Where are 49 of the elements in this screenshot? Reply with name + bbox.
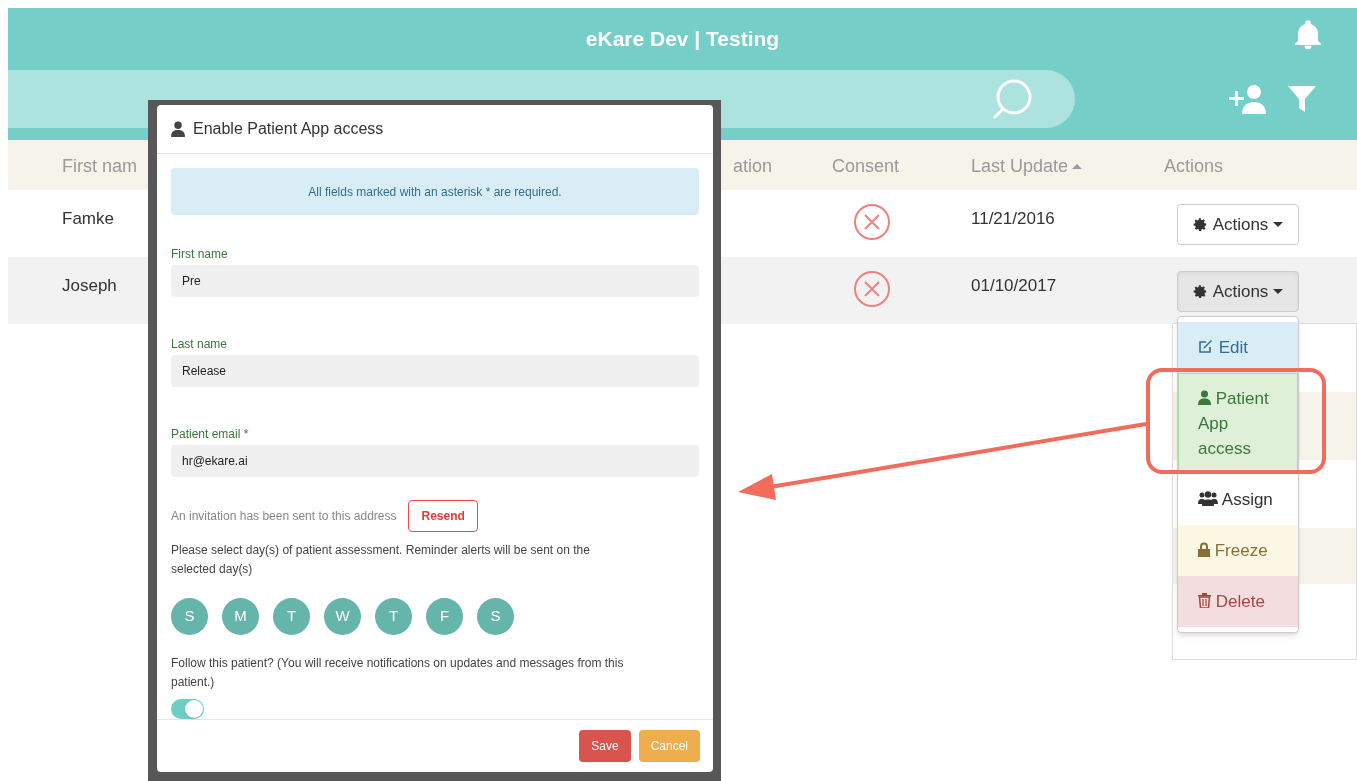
day-button[interactable]: F: [426, 598, 463, 636]
caret-icon: [1273, 222, 1284, 227]
filter-icon[interactable]: [1287, 84, 1317, 114]
input-field[interactable]: Pre: [171, 265, 699, 298]
menu-item[interactable]: Freeze: [1178, 525, 1298, 576]
app-title: eKare Dev | Testing: [585, 26, 780, 53]
table-cell-text: 01/10/2017: [971, 275, 1057, 297]
day-button[interactable]: S: [477, 598, 514, 636]
trash-icon: [1198, 593, 1211, 608]
gear-icon: [1192, 217, 1208, 232]
input-field[interactable]: hr@ekare.ai: [171, 445, 699, 478]
field-label: First name: [171, 246, 229, 264]
table-cell-text: Famke: [62, 208, 114, 230]
instruction-text: Please select day(s) of patient assessment. Reminder alerts will be sent on the selected day(s): [171, 542, 591, 579]
person-icon: [1198, 390, 1211, 405]
column-header: Consent: [832, 155, 900, 178]
instruction-text: Follow this patient? (You will receive notifications on updates and messages from this patient.): [171, 655, 625, 692]
caret-icon: [1273, 289, 1284, 294]
person-icon: [171, 121, 185, 138]
actions-button[interactable]: Actions: [1177, 271, 1299, 312]
input-field[interactable]: Release: [171, 355, 699, 388]
lock-icon: [1198, 542, 1210, 557]
day-button[interactable]: T: [375, 598, 412, 636]
column-header: ation: [733, 155, 773, 178]
info-alert: All fields marked with an asterisk * are required.: [171, 168, 699, 216]
day-button[interactable]: T: [273, 598, 310, 636]
resend-button[interactable]: Resend: [408, 500, 478, 533]
sortable-column-header[interactable]: Last Update: [971, 153, 1069, 180]
save-button[interactable]: Save: [579, 730, 631, 763]
toggle-switch[interactable]: [171, 699, 204, 720]
modal-title: Enable Patient App access: [193, 119, 384, 140]
table-cell-text: Joseph: [62, 275, 117, 297]
day-button[interactable]: M: [222, 598, 259, 636]
menu-item[interactable]: Assign: [1178, 474, 1298, 525]
edit-icon: [1198, 338, 1214, 354]
field-label: Last name: [171, 336, 229, 354]
menu-item[interactable]: Delete: [1178, 576, 1298, 627]
invitation-text: An invitation has been sent to this address: [171, 508, 397, 526]
gear-icon: [1192, 284, 1208, 299]
column-header: Actions: [1164, 155, 1224, 178]
column-header: First nam: [62, 155, 137, 178]
field-label: Patient email *: [171, 426, 250, 444]
add-user-icon[interactable]: [1227, 84, 1267, 114]
table-cell-text: 11/21/2016: [971, 208, 1055, 230]
actions-button[interactable]: Actions: [1177, 204, 1299, 245]
group-icon: [1198, 491, 1218, 506]
menu-item[interactable]: Edit: [1178, 322, 1298, 373]
day-button[interactable]: W: [324, 598, 361, 636]
day-button[interactable]: S: [171, 598, 208, 636]
